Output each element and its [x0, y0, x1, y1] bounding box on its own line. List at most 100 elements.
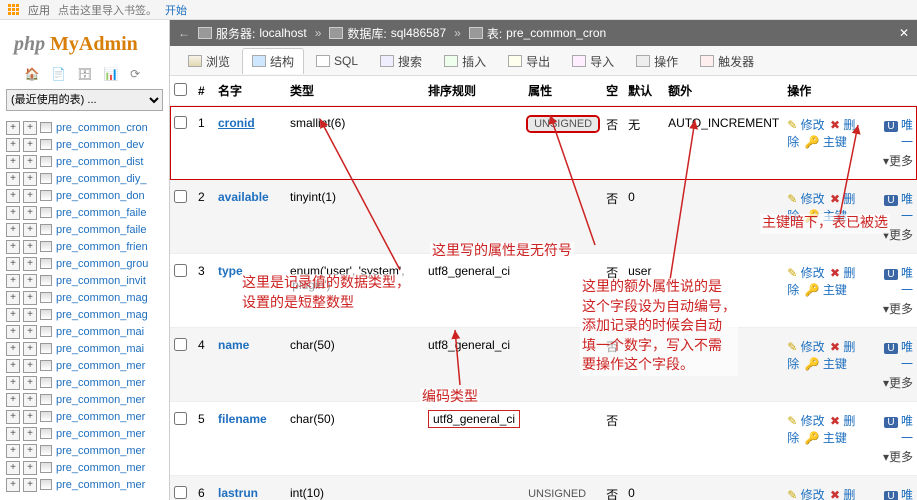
expand-icon[interactable]: +: [23, 206, 37, 220]
expand-icon[interactable]: +: [23, 376, 37, 390]
tab-search[interactable]: 搜索: [370, 48, 432, 74]
expand-icon[interactable]: +: [6, 376, 20, 390]
expand-icon[interactable]: +: [6, 427, 20, 441]
expand-icon[interactable]: +: [23, 155, 37, 169]
tree-table-item[interactable]: ++pre_common_mer: [6, 459, 169, 476]
expand-icon[interactable]: +: [23, 121, 37, 135]
more-dropdown[interactable]: ▾更多: [875, 226, 913, 243]
expand-icon[interactable]: +: [6, 189, 20, 203]
expand-icon[interactable]: +: [6, 172, 20, 186]
row-check[interactable]: [174, 486, 187, 499]
change-link[interactable]: ✎ 修改: [787, 266, 824, 280]
col-name-val[interactable]: lastrun: [218, 486, 258, 500]
bookmark-hint[interactable]: 点击这里导入书签。: [58, 2, 157, 18]
tree-table-item[interactable]: ++pre_common_don: [6, 187, 169, 204]
row-check[interactable]: [174, 412, 187, 425]
tab-structure[interactable]: 结构: [242, 48, 304, 74]
expand-icon[interactable]: +: [6, 359, 20, 373]
expand-icon[interactable]: +: [23, 138, 37, 152]
expand-icon[interactable]: +: [23, 223, 37, 237]
nav-left-icon[interactable]: ←: [178, 26, 190, 40]
col-collation[interactable]: 排序规则: [424, 76, 524, 106]
expand-icon[interactable]: +: [6, 444, 20, 458]
table-tree[interactable]: ++pre_common_cron++pre_common_dev++pre_c…: [0, 119, 169, 500]
expand-icon[interactable]: +: [6, 155, 20, 169]
tree-table-item[interactable]: ++pre_common_mer: [6, 374, 169, 391]
recent-tables-select[interactable]: (最近使用的表) ...: [6, 89, 163, 111]
tree-table-item[interactable]: ++pre_common_mer: [6, 476, 169, 493]
sidebar-toolbar[interactable]: 🏠 📄 🗄 📊 ⟳: [0, 65, 169, 83]
tab-browse[interactable]: 浏览: [178, 48, 240, 74]
expand-icon[interactable]: +: [23, 325, 37, 339]
change-link[interactable]: ✎ 修改: [787, 192, 824, 206]
unique-link[interactable]: U 唯一: [875, 116, 913, 150]
expand-icon[interactable]: +: [6, 393, 20, 407]
col-name-val[interactable]: name: [218, 338, 249, 352]
tree-table-item[interactable]: ++pre_common_mer: [6, 391, 169, 408]
change-link[interactable]: ✎ 修改: [787, 488, 824, 500]
tab-import[interactable]: 导入: [562, 48, 624, 74]
change-link[interactable]: ✎ 修改: [787, 340, 824, 354]
expand-icon[interactable]: +: [23, 189, 37, 203]
expand-icon[interactable]: +: [23, 427, 37, 441]
expand-icon[interactable]: +: [6, 223, 20, 237]
tree-table-item[interactable]: ++pre_common_mer: [6, 357, 169, 374]
change-link[interactable]: ✎ 修改: [787, 118, 824, 132]
expand-icon[interactable]: +: [23, 274, 37, 288]
pk-link[interactable]: 🔑 主键: [805, 135, 847, 149]
col-name-val[interactable]: cronid: [218, 116, 255, 130]
expand-icon[interactable]: +: [6, 274, 20, 288]
col-action[interactable]: 操作: [783, 76, 871, 106]
expand-icon[interactable]: +: [23, 308, 37, 322]
expand-icon[interactable]: +: [6, 138, 20, 152]
col-default[interactable]: 默认: [624, 76, 664, 106]
tree-table-item[interactable]: ++pre_common_cron: [6, 119, 169, 136]
close-icon[interactable]: ✕: [899, 26, 909, 40]
tree-table-item[interactable]: ++pre_common_mag: [6, 306, 169, 323]
tree-table-item[interactable]: ++pre_common_mai: [6, 340, 169, 357]
check-all[interactable]: [174, 83, 187, 96]
tree-table-item[interactable]: ++pre_common_mer: [6, 425, 169, 442]
col-attr[interactable]: 属性: [524, 76, 602, 106]
change-link[interactable]: ✎ 修改: [787, 414, 824, 428]
expand-icon[interactable]: +: [6, 410, 20, 424]
more-dropdown[interactable]: ▾更多: [875, 448, 913, 465]
row-check[interactable]: [174, 338, 187, 351]
tree-table-item[interactable]: ++pre_common_grou: [6, 255, 169, 272]
expand-icon[interactable]: +: [23, 359, 37, 373]
expand-icon[interactable]: +: [6, 342, 20, 356]
tab-sql[interactable]: SQL: [306, 49, 368, 72]
unique-link[interactable]: U 唯一: [875, 486, 913, 500]
expand-icon[interactable]: +: [23, 240, 37, 254]
expand-icon[interactable]: +: [23, 410, 37, 424]
col-null[interactable]: 空: [602, 76, 624, 106]
pk-link[interactable]: 🔑 主键: [805, 357, 847, 371]
tree-table-item[interactable]: ++pre_common_frien: [6, 238, 169, 255]
more-dropdown[interactable]: ▾更多: [875, 152, 913, 169]
tree-table-item[interactable]: ++pre_common_faile: [6, 221, 169, 238]
tab-insert[interactable]: 插入: [434, 48, 496, 74]
tab-triggers[interactable]: 触发器: [690, 48, 764, 74]
expand-icon[interactable]: +: [23, 444, 37, 458]
col-name-val[interactable]: type: [218, 264, 243, 278]
row-check[interactable]: [174, 116, 187, 129]
expand-icon[interactable]: +: [6, 291, 20, 305]
col-type[interactable]: 类型: [286, 76, 424, 106]
unique-link[interactable]: U 唯一: [875, 190, 913, 224]
row-check[interactable]: [174, 190, 187, 203]
tree-table-item[interactable]: ++pre_common_mer: [6, 442, 169, 459]
pk-link[interactable]: 🔑 主键: [805, 283, 847, 297]
bc-table[interactable]: pre_common_cron: [506, 26, 606, 40]
col-name-val[interactable]: available: [218, 190, 269, 204]
tree-table-item[interactable]: ++pre_common_diy_: [6, 170, 169, 187]
col-extra[interactable]: 额外: [664, 76, 783, 106]
more-dropdown[interactable]: ▾更多: [875, 300, 913, 317]
pk-link[interactable]: 🔑 主键: [805, 431, 847, 445]
expand-icon[interactable]: +: [23, 172, 37, 186]
start-link[interactable]: 开始: [165, 2, 187, 18]
tree-table-item[interactable]: ++pre_common_mag: [6, 289, 169, 306]
expand-icon[interactable]: +: [6, 478, 20, 492]
tree-table-item[interactable]: ++pre_common_invit: [6, 272, 169, 289]
row-check[interactable]: [174, 264, 187, 277]
expand-icon[interactable]: +: [6, 206, 20, 220]
